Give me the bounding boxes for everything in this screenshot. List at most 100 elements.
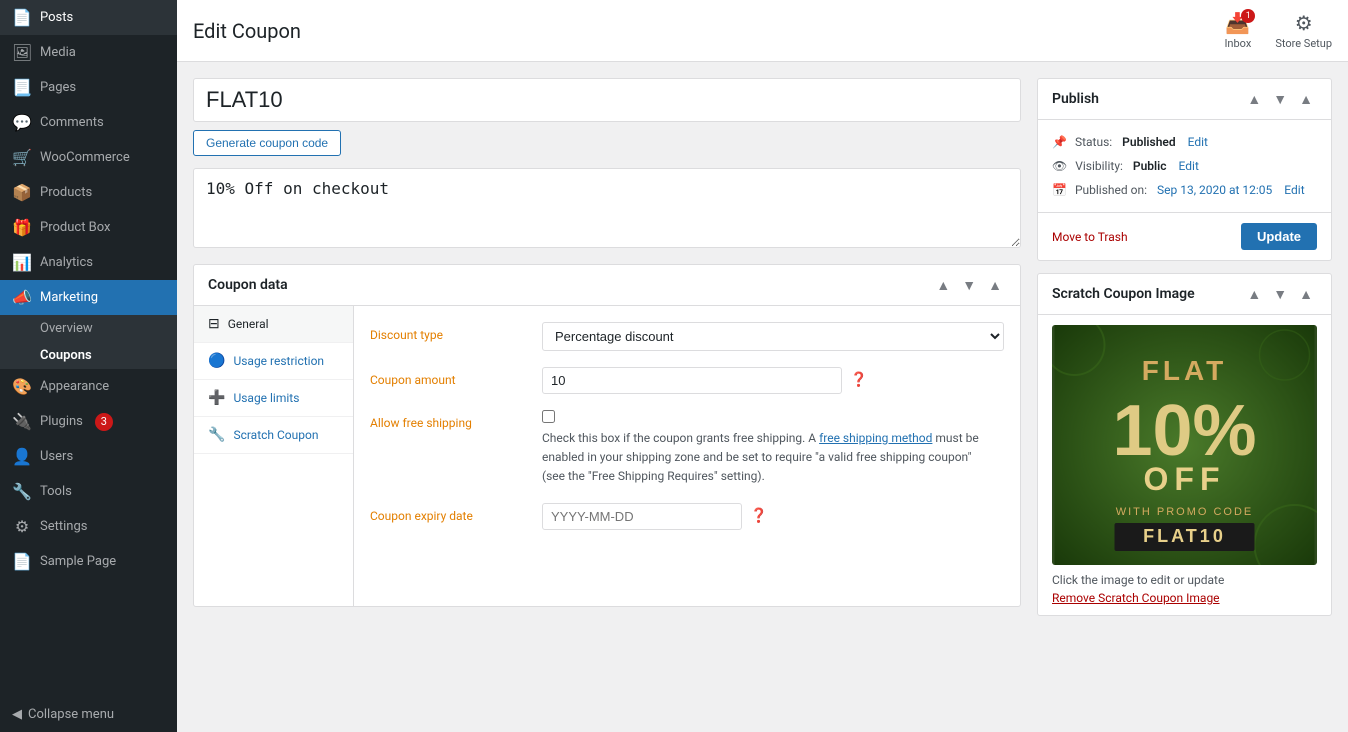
scratch-image-collapse-down[interactable]: ▼ (1269, 284, 1291, 304)
coupon-data-box: Coupon data ▲ ▼ ▲ ⊟ General (193, 264, 1021, 607)
tab-general[interactable]: ⊟ General (194, 306, 353, 343)
free-shipping-link[interactable]: free shipping method (819, 431, 932, 445)
published-value: Sep 13, 2020 at 12:05 (1157, 183, 1272, 197)
sidebar-item-plugins[interactable]: 🔌 Plugins 3 (0, 404, 177, 439)
sidebar-sub-item-overview[interactable]: Overview (0, 315, 177, 342)
sidebar-item-media[interactable]: 🖼 Media (0, 35, 177, 70)
sidebar-item-users[interactable]: 👤 Users (0, 439, 177, 474)
scratch-image-caption: Click the image to edit or update (1052, 573, 1317, 587)
sidebar-item-sample-page[interactable]: 📄 Sample Page (0, 544, 177, 579)
coupon-fields: Discount type Percentage discount Fixed … (354, 306, 1020, 606)
published-edit-link[interactable]: Edit (1284, 183, 1304, 197)
store-setup-icon: ⚙ (1295, 11, 1313, 35)
plugins-icon: 🔌 (12, 412, 32, 431)
tab-usage-restriction[interactable]: 🔵 Usage restriction (194, 343, 353, 380)
meta-box-controls: ▲ ▼ ▲ (932, 275, 1006, 295)
woocommerce-icon: 🛒 (12, 148, 32, 167)
discount-type-row: Discount type Percentage discount Fixed … (370, 322, 1004, 351)
free-shipping-checkbox[interactable] (542, 410, 555, 423)
sidebar-item-products[interactable]: 📦 Products (0, 175, 177, 210)
coupon-expiry-control: ❓ (542, 503, 1004, 530)
product-box-icon: 🎁 (12, 218, 32, 237)
sidebar-item-posts[interactable]: 📄 Posts (0, 0, 177, 35)
collapse-menu[interactable]: ◀ Collapse menu (0, 697, 177, 732)
appearance-icon: 🎨 (12, 377, 32, 396)
sidebar-item-analytics[interactable]: 📊 Analytics (0, 245, 177, 280)
coupon-expiry-row: Coupon expiry date ❓ (370, 503, 1004, 530)
move-to-trash-link[interactable]: Move to Trash (1052, 230, 1128, 244)
svg-text:10%: 10% (1112, 391, 1256, 471)
sidebar-sub-item-coupons[interactable]: Coupons (0, 342, 177, 369)
scratch-image-toggle[interactable]: ▲ (1295, 284, 1317, 304)
page-title: Edit Coupon (193, 19, 301, 43)
inbox-button[interactable]: 📥 1 Inbox (1224, 11, 1251, 50)
sidebar-item-pages[interactable]: 📃 Pages (0, 70, 177, 105)
visibility-value: Public (1133, 159, 1167, 173)
inbox-label: Inbox (1224, 37, 1251, 50)
publish-collapse-up[interactable]: ▲ (1243, 89, 1265, 109)
status-label: Status: (1075, 135, 1112, 149)
remove-scratch-image-link[interactable]: Remove Scratch Coupon Image (1052, 591, 1317, 605)
scratch-image-header: Scratch Coupon Image ▲ ▼ ▲ (1038, 274, 1331, 315)
store-setup-button[interactable]: ⚙ Store Setup (1275, 11, 1332, 50)
publish-controls: ▲ ▼ ▲ (1243, 89, 1317, 109)
scratch-image-preview[interactable]: FLAT 10% OFF WITH PROMO CODE FLAT10 (1052, 325, 1317, 565)
visibility-icon: 👁 (1052, 159, 1067, 173)
coupon-amount-help-icon[interactable]: ❓ (850, 372, 867, 388)
free-shipping-row: Allow free shipping Check this box if th… (370, 410, 1004, 487)
svg-text:FLAT: FLAT (1142, 355, 1227, 386)
visibility-edit-link[interactable]: Edit (1179, 159, 1199, 173)
sidebar-item-product-box[interactable]: 🎁 Product Box (0, 210, 177, 245)
sample-page-icon: 📄 (12, 552, 32, 571)
coupon-amount-input[interactable] (542, 367, 842, 394)
usage-limits-tab-icon: ➕ (208, 390, 225, 406)
coupon-description-textarea[interactable]: 10% Off on checkout (193, 168, 1021, 248)
free-shipping-label: Allow free shipping (370, 410, 530, 430)
meta-box-collapse-up[interactable]: ▲ (932, 275, 954, 295)
status-value: Published (1122, 135, 1175, 149)
scratch-image-body: FLAT 10% OFF WITH PROMO CODE FLAT10 (1038, 315, 1331, 615)
publish-header: Publish ▲ ▼ ▲ (1038, 79, 1331, 120)
topbar-actions: 📥 1 Inbox ⚙ Store Setup (1224, 11, 1332, 50)
meta-box-toggle[interactable]: ▲ (984, 275, 1006, 295)
plugins-badge: 3 (95, 413, 113, 431)
publish-collapse-down[interactable]: ▼ (1269, 89, 1291, 109)
coupon-expiry-label: Coupon expiry date (370, 503, 530, 523)
sidebar-item-woocommerce[interactable]: 🛒 WooCommerce (0, 140, 177, 175)
editor-area: Generate coupon code 10% Off on checkout… (177, 62, 1037, 732)
status-edit-link[interactable]: Edit (1188, 135, 1208, 149)
sidebar-item-comments[interactable]: 💬 Comments (0, 105, 177, 140)
pages-icon: 📃 (12, 78, 32, 97)
tab-usage-limits[interactable]: ➕ Usage limits (194, 380, 353, 417)
discount-type-control: Percentage discount Fixed cart discount … (542, 322, 1004, 351)
coupon-amount-label: Coupon amount (370, 367, 530, 387)
coupon-amount-row: Coupon amount ❓ (370, 367, 1004, 394)
media-icon: 🖼 (12, 43, 32, 62)
topbar: Edit Coupon 📥 1 Inbox ⚙ Store Setup (177, 0, 1348, 62)
svg-text:WITH PROMO CODE: WITH PROMO CODE (1116, 506, 1254, 518)
content-area: Generate coupon code 10% Off on checkout… (177, 62, 1348, 732)
store-setup-label: Store Setup (1275, 37, 1332, 50)
scratch-image-collapse-up[interactable]: ▲ (1243, 284, 1265, 304)
marketing-submenu: Overview Coupons (0, 315, 177, 369)
coupon-code-input[interactable] (193, 78, 1021, 122)
publish-footer: Move to Trash Update (1038, 212, 1331, 260)
free-shipping-control: Check this box if the coupon grants free… (542, 410, 1004, 487)
coupon-expiry-help-icon[interactable]: ❓ (750, 508, 767, 524)
sidebar-item-tools[interactable]: 🔧 Tools (0, 474, 177, 509)
inbox-badge: 1 (1241, 9, 1255, 23)
meta-box-collapse-down[interactable]: ▼ (958, 275, 980, 295)
update-button[interactable]: Update (1241, 223, 1317, 250)
tab-scratch-coupon[interactable]: 🔧 Scratch Coupon (194, 417, 353, 454)
sidebar-item-settings[interactable]: ⚙ Settings (0, 509, 177, 544)
sidebar-item-appearance[interactable]: 🎨 Appearance (0, 369, 177, 404)
scratch-coupon-image-box: Scratch Coupon Image ▲ ▼ ▲ (1037, 273, 1332, 616)
generate-coupon-button[interactable]: Generate coupon code (193, 130, 341, 156)
sidebar-item-marketing[interactable]: 📣 Marketing (0, 280, 177, 315)
published-row: 📅 Published on: Sep 13, 2020 at 12:05 Ed… (1052, 178, 1317, 202)
published-label: Published on: (1075, 183, 1147, 197)
comments-icon: 💬 (12, 113, 32, 132)
publish-toggle[interactable]: ▲ (1295, 89, 1317, 109)
coupon-expiry-input[interactable] (542, 503, 742, 530)
discount-type-select[interactable]: Percentage discount Fixed cart discount … (542, 322, 1004, 351)
